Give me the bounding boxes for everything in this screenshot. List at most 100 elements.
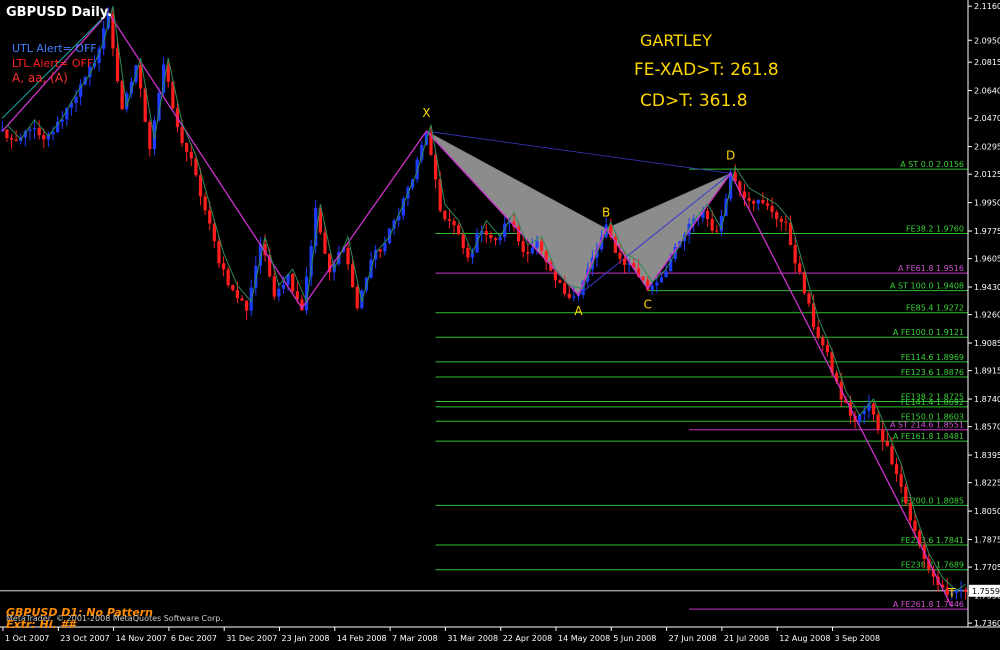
- pattern-point-label: T: [947, 586, 956, 600]
- candle-body: [203, 196, 207, 211]
- y-tick-label: 1.9260: [974, 311, 1000, 320]
- candle-body: [540, 241, 544, 251]
- candle-body: [784, 221, 788, 223]
- candle-body: [747, 198, 751, 201]
- status-extra: Extr: Hi. ##: [6, 618, 77, 631]
- price-chart[interactable]: A ST 0.0 2.0156 FE38.2 1.9760 A FE61.8 1.9…: [0, 0, 1000, 650]
- candle-body: [466, 247, 470, 258]
- fib-level-label: FE223.6 1.7841: [901, 536, 964, 545]
- x-tick-label: 6 Dec 2007: [171, 634, 217, 643]
- candle-body: [526, 251, 530, 254]
- candle-body: [715, 230, 719, 232]
- candle-body: [115, 48, 120, 82]
- y-tick-label: 2.0295: [974, 143, 1000, 152]
- candle-body: [894, 464, 899, 475]
- candle-body: [964, 589, 968, 592]
- chart-title: GBPUSD Daily.: [6, 5, 112, 20]
- candle-body: [890, 446, 894, 465]
- pattern-point-label: X: [422, 106, 430, 120]
- y-tick-label: 2.1160: [974, 2, 1000, 11]
- y-tick-label: 2.0470: [974, 114, 1000, 123]
- candle-body: [535, 241, 539, 248]
- pattern-name: GARTLEY: [640, 31, 712, 50]
- y-tick-label: 1.7360: [974, 619, 1000, 628]
- candle-body: [650, 285, 654, 291]
- y-tick-label: 1.9775: [974, 227, 1000, 236]
- fib-level-label: FE123.6 1.8876: [901, 368, 964, 377]
- candle-body: [959, 589, 963, 591]
- candle-body: [231, 285, 235, 291]
- candle-body: [180, 127, 184, 144]
- candle-body: [572, 296, 576, 298]
- candle-body: [881, 429, 885, 442]
- x-tick-label: 21 Jul 2008: [724, 634, 769, 643]
- candle-body: [618, 252, 622, 259]
- x-tick-label: 14 Feb 2008: [337, 634, 387, 643]
- candle-body: [281, 284, 286, 289]
- x-tick-label: 7 Mar 2008: [392, 634, 438, 643]
- candle-body: [489, 234, 493, 239]
- chart-background: [0, 0, 1000, 650]
- fib-level-label: A ST 100.0 1.9408: [890, 282, 964, 291]
- candle-body: [913, 520, 917, 531]
- candle-body: [775, 212, 779, 219]
- candle-body: [876, 414, 880, 430]
- candle-body: [798, 263, 802, 272]
- candle-body: [148, 121, 152, 150]
- candle-body: [821, 337, 825, 346]
- candle-body: [14, 139, 18, 141]
- candle-body: [185, 143, 189, 152]
- candle-body: [655, 282, 659, 286]
- candle-body: [664, 271, 668, 278]
- candle-body: [226, 269, 230, 286]
- pattern-point-label: C: [643, 298, 651, 312]
- candle-body: [904, 486, 908, 504]
- y-tick-label: 2.0950: [974, 36, 1000, 45]
- pattern-point-label: A: [574, 304, 583, 318]
- fib-level-label: FE38.2 1.9760: [906, 224, 964, 233]
- y-tick-label: 1.8740: [974, 395, 1000, 404]
- candle-body: [221, 263, 226, 270]
- candle-body: [277, 288, 281, 297]
- candle-body: [443, 210, 447, 220]
- candle-body: [138, 65, 143, 89]
- y-tick-label: 1.8570: [974, 423, 1000, 432]
- fib-level-label: A FE161.8 1.8481: [893, 432, 964, 441]
- candle-body: [461, 234, 465, 248]
- x-tick-label: 3 Sep 2008: [835, 634, 881, 643]
- candle-body: [793, 245, 797, 264]
- candle-body: [558, 280, 562, 283]
- candle-body: [899, 474, 903, 487]
- candle-body: [74, 96, 78, 103]
- candle-body: [530, 247, 535, 254]
- fib-level-label: A FE100.0 1.9121: [893, 328, 964, 337]
- y-tick-label: 1.9605: [974, 255, 1000, 264]
- y-tick-label: 1.9085: [974, 339, 1000, 348]
- candle-body: [51, 132, 55, 135]
- x-tick-label: 1 Oct 2007: [5, 634, 49, 643]
- candle-body: [457, 225, 461, 235]
- candle-body: [761, 199, 765, 204]
- candle-body: [5, 129, 9, 138]
- candle-body: [807, 293, 811, 304]
- candle-body: [323, 232, 327, 254]
- x-tick-label: 31 Dec 2007: [226, 634, 277, 643]
- fib-level-label: A FE61.8 1.9516: [898, 264, 964, 273]
- y-tick-label: 2.0815: [974, 58, 1000, 67]
- y-tick-label: 1.9430: [974, 283, 1000, 292]
- x-tick-label: 23 Jan 2008: [282, 634, 330, 643]
- candle-body: [705, 210, 710, 220]
- candle-body: [659, 277, 664, 283]
- x-tick-label: 14 Nov 2007: [116, 634, 167, 643]
- candle-body: [355, 286, 359, 309]
- fe-xad-target: FE-XAD>T: 261.8: [634, 60, 779, 80]
- candle-body: [32, 127, 37, 130]
- candle-body: [567, 293, 571, 298]
- x-tick-label: 12 Aug 2008: [779, 634, 830, 643]
- candle-body: [710, 219, 714, 231]
- fib-level-label: A ST 0.0 2.0156: [900, 160, 964, 169]
- candle-body: [240, 298, 244, 301]
- candle-body: [521, 241, 525, 252]
- x-tick-label: 5 Jun 2008: [613, 634, 656, 643]
- candle-body: [825, 345, 830, 353]
